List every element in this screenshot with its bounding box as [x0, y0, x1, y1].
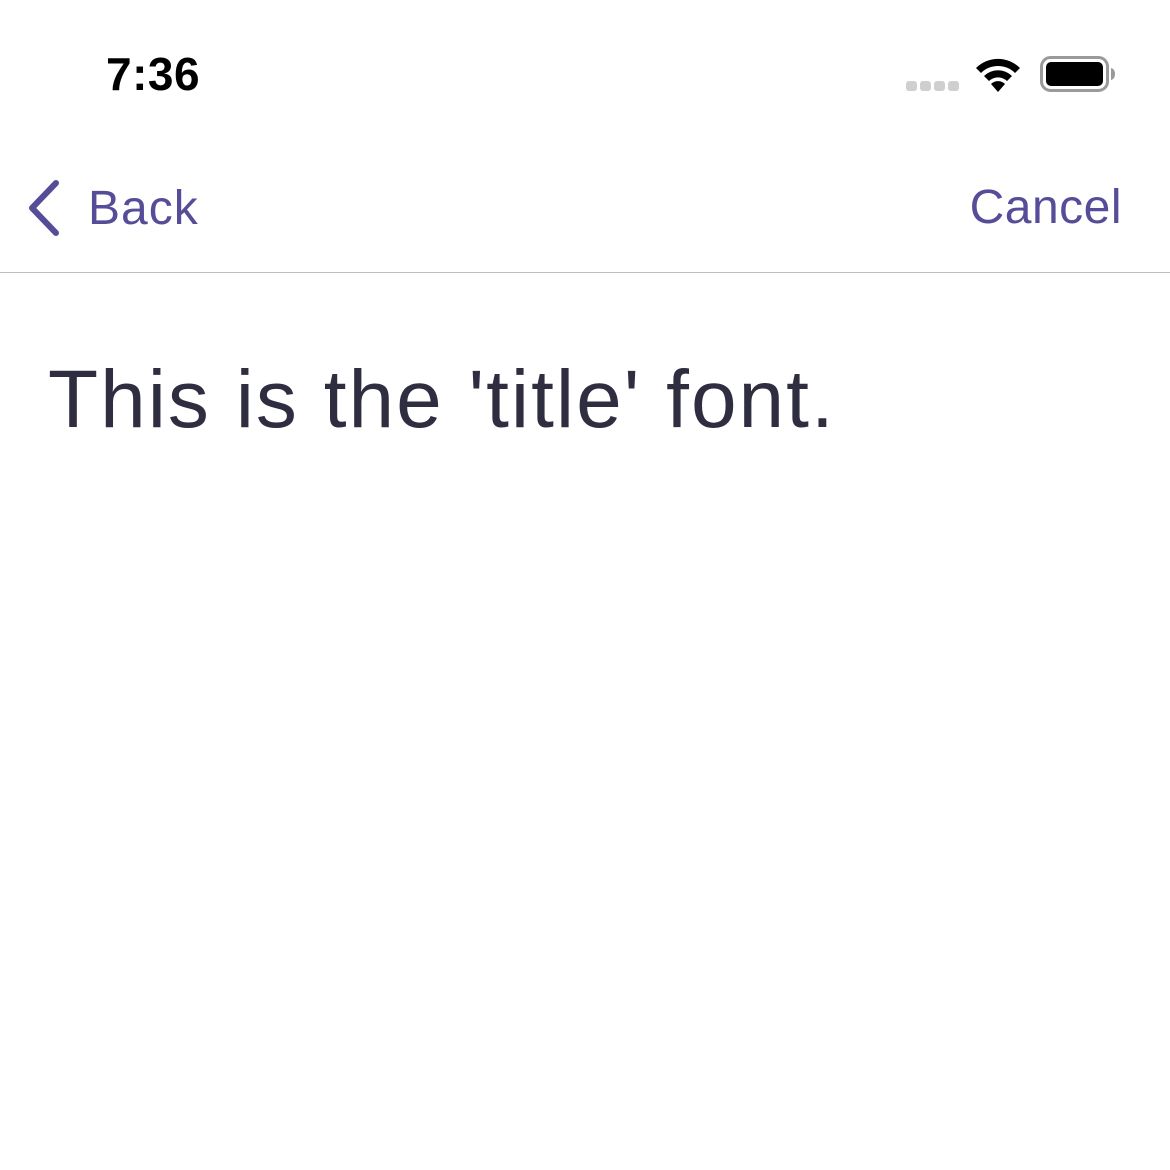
screen: 7:36 Back Cancel This is the 'title' fon…	[0, 0, 1170, 1170]
wifi-icon	[976, 58, 1020, 92]
battery-icon	[1040, 56, 1115, 92]
chevron-left-icon	[29, 180, 59, 236]
navigation-bar: Back Cancel	[0, 150, 1170, 273]
status-time: 7:36	[106, 48, 201, 100]
title-text: This is the 'title' font.	[48, 354, 836, 445]
content-area: This is the 'title' font.	[48, 350, 1128, 450]
signal-bars-icon	[906, 81, 960, 91]
cancel-button[interactable]: Cancel	[970, 176, 1122, 240]
back-label: Back	[88, 181, 199, 235]
status-bar: 7:36	[0, 0, 1170, 150]
back-button[interactable]: Back	[24, 176, 199, 240]
